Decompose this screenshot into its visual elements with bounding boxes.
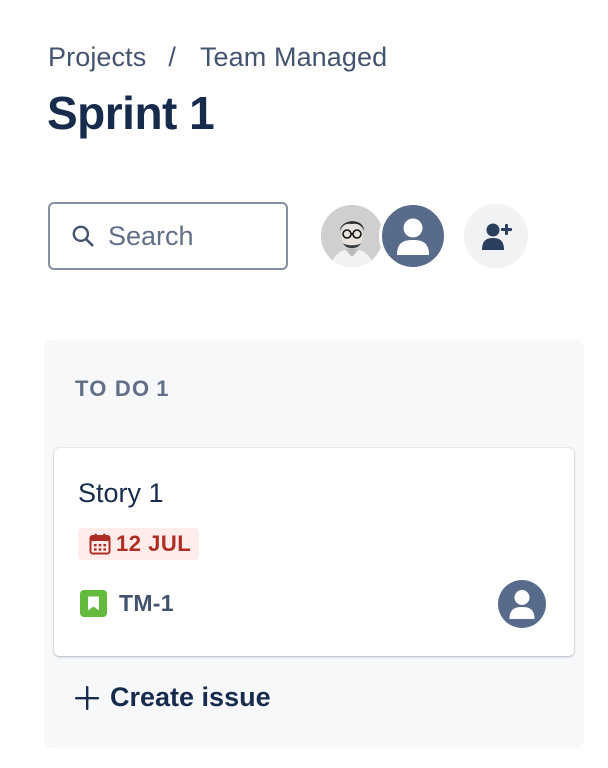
issue-key-row: TM-1 — [80, 590, 174, 617]
column-title: TO DO — [75, 376, 151, 401]
calendar-icon — [89, 533, 111, 555]
issue-card[interactable]: Story 1 12 JUL TM-1 — [54, 448, 574, 656]
user-icon — [509, 590, 535, 619]
column-header: TO DO 1 — [75, 376, 170, 402]
sprint-board-page: Projects / Team Managed Sprint 1 Search … — [0, 0, 608, 768]
add-person-icon — [482, 223, 512, 250]
story-issue-type-icon — [80, 590, 107, 617]
board-column-todo: TO DO 1 Story 1 12 JUL TM-1 Create issue — [44, 340, 584, 748]
due-date-text: 12 JUL — [116, 531, 192, 556]
breadcrumb-projects-link[interactable]: Projects — [48, 42, 146, 73]
add-people-button[interactable] — [464, 204, 528, 268]
person-photo-icon — [321, 205, 383, 267]
create-issue-button[interactable]: Create issue — [74, 682, 271, 713]
user-icon — [397, 218, 429, 255]
search-icon — [72, 225, 94, 247]
issue-key[interactable]: TM-1 — [119, 590, 174, 617]
create-issue-label: Create issue — [110, 682, 271, 712]
issue-card-title: Story 1 — [78, 478, 164, 508]
generic-user-avatar[interactable] — [379, 202, 447, 270]
search-field[interactable] — [48, 202, 288, 270]
plus-icon — [75, 685, 99, 710]
assignee-avatar[interactable] — [498, 580, 546, 628]
user-photo-avatar[interactable] — [319, 203, 385, 269]
search-input[interactable] — [108, 220, 278, 252]
breadcrumb-separator: / — [168, 42, 176, 72]
breadcrumb-project-link[interactable]: Team Managed — [200, 42, 387, 73]
breadcrumb: Projects / Team Managed — [48, 42, 387, 73]
due-date-lozenge: 12 JUL — [78, 528, 200, 560]
page-title: Sprint 1 — [47, 87, 215, 139]
column-issue-count: 1 — [156, 376, 170, 401]
